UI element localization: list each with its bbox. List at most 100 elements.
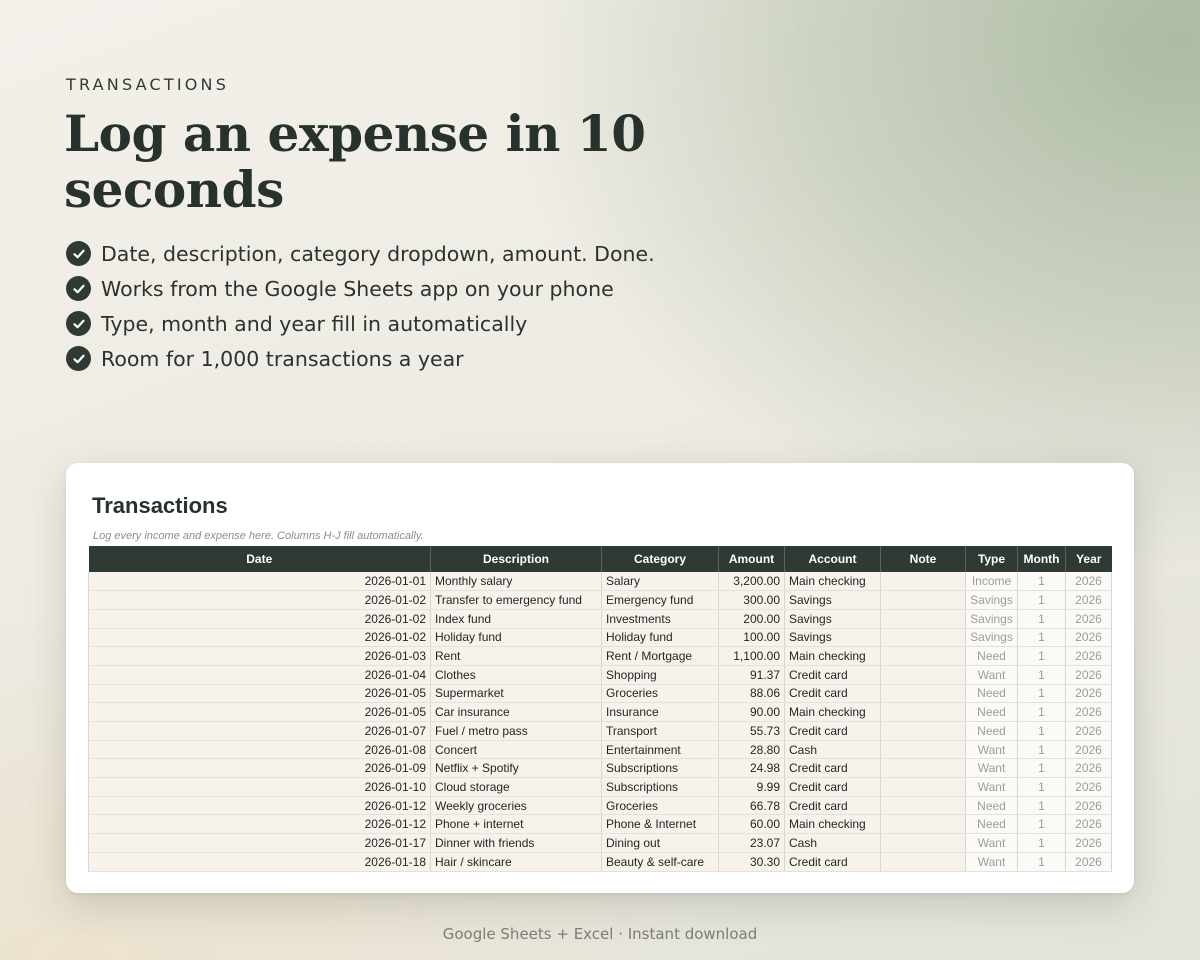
column-header[interactable]: Description (430, 546, 602, 572)
description-cell[interactable]: Concert (430, 740, 602, 760)
column-header[interactable]: Date (88, 546, 431, 572)
amount-cell[interactable]: 200.00 (718, 609, 785, 629)
description-cell[interactable]: Hair / skincare (430, 852, 602, 872)
account-cell[interactable]: Credit card (784, 796, 881, 816)
account-cell[interactable]: Credit card (784, 721, 881, 741)
amount-cell[interactable]: 28.80 (718, 740, 785, 760)
date-cell[interactable]: 2026-01-04 (88, 665, 431, 685)
amount-cell[interactable]: 24.98 (718, 758, 785, 779)
amount-cell[interactable]: 1,100.00 (718, 646, 785, 666)
account-cell[interactable]: Credit card (784, 684, 881, 704)
note-cell[interactable] (880, 721, 966, 741)
note-cell[interactable] (880, 684, 966, 704)
date-cell[interactable]: 2026-01-02 (88, 609, 431, 629)
category-cell[interactable]: Subscriptions (601, 777, 719, 797)
amount-cell[interactable]: 88.06 (718, 684, 785, 704)
category-cell[interactable]: Groceries (601, 796, 719, 816)
category-cell[interactable]: Beauty & self-care (601, 852, 719, 872)
category-cell[interactable]: Investments (601, 609, 719, 629)
note-cell[interactable] (880, 833, 966, 853)
account-cell[interactable]: Savings (784, 628, 881, 648)
description-cell[interactable]: Car insurance (430, 702, 602, 722)
note-cell[interactable] (880, 590, 966, 610)
note-cell[interactable] (880, 609, 966, 629)
date-cell[interactable]: 2026-01-07 (88, 721, 431, 741)
account-cell[interactable]: Credit card (784, 777, 881, 797)
description-cell[interactable]: Weekly groceries (430, 796, 602, 816)
date-cell[interactable]: 2026-01-10 (88, 777, 431, 797)
description-cell[interactable]: Holiday fund (430, 628, 602, 648)
date-cell[interactable]: 2026-01-08 (88, 740, 431, 760)
amount-cell[interactable]: 90.00 (718, 702, 785, 722)
description-cell[interactable]: Dinner with friends (430, 833, 602, 853)
amount-cell[interactable]: 66.78 (718, 796, 785, 816)
date-cell[interactable]: 2026-01-09 (88, 758, 431, 779)
column-header[interactable]: Amount (718, 546, 785, 572)
note-cell[interactable] (880, 646, 966, 666)
category-cell[interactable]: Phone & Internet (601, 814, 719, 835)
account-cell[interactable]: Main checking (784, 572, 881, 592)
note-cell[interactable] (880, 796, 966, 816)
note-cell[interactable] (880, 702, 966, 722)
account-cell[interactable]: Credit card (784, 665, 881, 685)
account-cell[interactable]: Main checking (784, 814, 881, 835)
date-cell[interactable]: 2026-01-02 (88, 590, 431, 610)
column-header[interactable]: Category (601, 546, 719, 572)
amount-cell[interactable]: 23.07 (718, 833, 785, 853)
amount-cell[interactable]: 3,200.00 (718, 572, 785, 592)
description-cell[interactable]: Clothes (430, 665, 602, 685)
account-cell[interactable]: Main checking (784, 702, 881, 722)
amount-cell[interactable]: 55.73 (718, 721, 785, 741)
category-cell[interactable]: Transport (601, 721, 719, 741)
account-cell[interactable]: Main checking (784, 646, 881, 666)
description-cell[interactable]: Fuel / metro pass (430, 721, 602, 741)
amount-cell[interactable]: 91.37 (718, 665, 785, 685)
date-cell[interactable]: 2026-01-12 (88, 814, 431, 835)
account-cell[interactable]: Cash (784, 833, 881, 853)
amount-cell[interactable]: 300.00 (718, 590, 785, 610)
description-cell[interactable]: Phone + internet (430, 814, 602, 835)
category-cell[interactable]: Subscriptions (601, 758, 719, 779)
description-cell[interactable]: Supermarket (430, 684, 602, 704)
description-cell[interactable]: Rent (430, 646, 602, 666)
amount-cell[interactable]: 9.99 (718, 777, 785, 797)
note-cell[interactable] (880, 572, 966, 592)
note-cell[interactable] (880, 665, 966, 685)
note-cell[interactable] (880, 814, 966, 835)
category-cell[interactable]: Groceries (601, 684, 719, 704)
note-cell[interactable] (880, 758, 966, 779)
amount-cell[interactable]: 30.30 (718, 852, 785, 872)
note-cell[interactable] (880, 777, 966, 797)
column-header[interactable]: Year (1065, 546, 1112, 572)
category-cell[interactable]: Emergency fund (601, 590, 719, 610)
description-cell[interactable]: Netflix + Spotify (430, 758, 602, 779)
amount-cell[interactable]: 100.00 (718, 628, 785, 648)
note-cell[interactable] (880, 852, 966, 872)
category-cell[interactable]: Entertainment (601, 740, 719, 760)
date-cell[interactable]: 2026-01-12 (88, 796, 431, 816)
date-cell[interactable]: 2026-01-05 (88, 684, 431, 704)
date-cell[interactable]: 2026-01-05 (88, 702, 431, 722)
account-cell[interactable]: Savings (784, 609, 881, 629)
date-cell[interactable]: 2026-01-18 (88, 852, 431, 872)
date-cell[interactable]: 2026-01-02 (88, 628, 431, 648)
column-header[interactable]: Month (1017, 546, 1066, 572)
category-cell[interactable]: Rent / Mortgage (601, 646, 719, 666)
category-cell[interactable]: Dining out (601, 833, 719, 853)
account-cell[interactable]: Credit card (784, 758, 881, 779)
date-cell[interactable]: 2026-01-17 (88, 833, 431, 853)
category-cell[interactable]: Shopping (601, 665, 719, 685)
category-cell[interactable]: Insurance (601, 702, 719, 722)
column-header[interactable]: Note (880, 546, 966, 572)
account-cell[interactable]: Cash (784, 740, 881, 760)
category-cell[interactable]: Salary (601, 572, 719, 592)
date-cell[interactable]: 2026-01-01 (88, 572, 431, 592)
description-cell[interactable]: Index fund (430, 609, 602, 629)
amount-cell[interactable]: 60.00 (718, 814, 785, 835)
date-cell[interactable]: 2026-01-03 (88, 646, 431, 666)
description-cell[interactable]: Transfer to emergency fund (430, 590, 602, 610)
category-cell[interactable]: Holiday fund (601, 628, 719, 648)
note-cell[interactable] (880, 628, 966, 648)
account-cell[interactable]: Credit card (784, 852, 881, 872)
description-cell[interactable]: Monthly salary (430, 572, 602, 592)
